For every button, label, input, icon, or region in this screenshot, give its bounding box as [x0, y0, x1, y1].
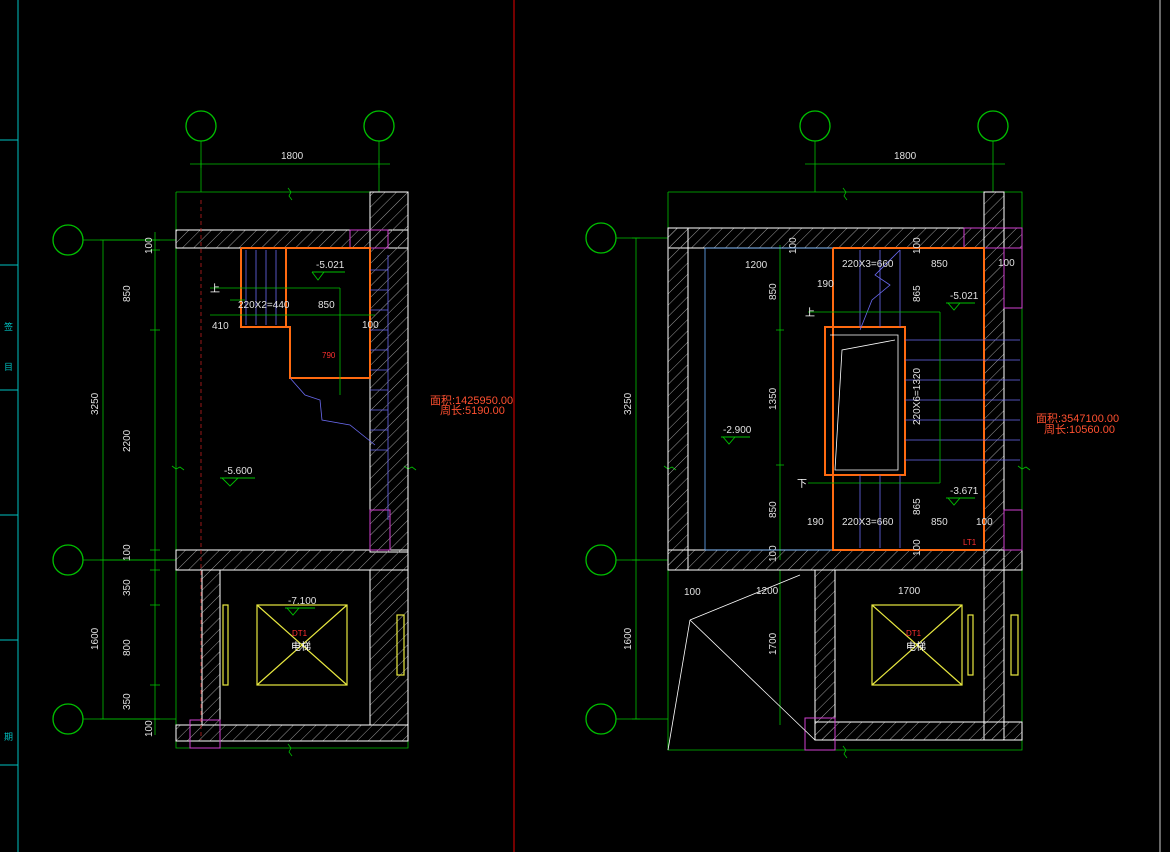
grid-bubble-top-right[interactable]: [363, 110, 395, 142]
lift-tag: DT1: [292, 629, 308, 638]
dim-r-850-b: 850: [768, 501, 779, 518]
dim-850-b: 850: [931, 517, 948, 528]
dim-100-r4: 100: [976, 517, 993, 528]
title-strip: 签 目 期: [0, 0, 19, 852]
dim-left-350-a: 350: [122, 579, 133, 596]
dim-top-1800-r: 1800: [894, 151, 917, 162]
title-strip-char-2: 目: [4, 362, 13, 373]
flight-mid: 220X6=1320: [912, 368, 923, 425]
dim-850-a: 850: [931, 259, 948, 270]
dim-right-total-upper: 3250: [623, 392, 634, 415]
dim-r-1350: 1350: [768, 387, 779, 410]
level-mid-r: -3.671: [950, 486, 979, 497]
dim-100-r1: 100: [998, 258, 1015, 269]
stair-tag: LT1: [963, 538, 977, 547]
dim-left-350-b: 350: [122, 693, 133, 710]
dim-left-100-c: 100: [144, 720, 155, 737]
dim-190-a: 190: [817, 279, 834, 290]
dim-100-r3: 100: [912, 539, 923, 556]
dim-100: 100: [362, 320, 379, 331]
flight-bottom: 220X3=660: [842, 517, 894, 528]
dim-865-a: 865: [912, 285, 923, 302]
dim-850: 850: [318, 300, 335, 311]
grid-bubble-left-2-r[interactable]: [585, 544, 617, 576]
left-plan[interactable]: 1800 3250 1600 100 850 2200 100 350 800 …: [52, 110, 513, 757]
right-plan[interactable]: 1800 3250 1600 100 850 1350 850 100 1700: [585, 110, 1119, 759]
level-floor-r: -2.900: [723, 425, 752, 436]
grid-bubble-top-left[interactable]: [185, 110, 217, 142]
stair-width-label: 220X2=440: [238, 300, 290, 311]
grid-bubble-top-right-r[interactable]: [977, 110, 1009, 142]
dim-top-1800: 1800: [281, 151, 304, 162]
dim-410: 410: [212, 321, 229, 332]
dim-left-850: 850: [122, 285, 133, 302]
dim-1200-top: 1200: [745, 260, 768, 271]
lift-label-r: 电梯: [906, 640, 926, 653]
dim-left-total-lower: 1600: [90, 627, 101, 650]
dim-190-b: 190: [807, 517, 824, 528]
small-note-790: 790: [322, 351, 336, 360]
dim-left-total-upper: 3250: [90, 392, 101, 415]
grid-bubble-left-2[interactable]: [52, 544, 84, 576]
title-strip-char-3: 期: [4, 732, 13, 743]
flight-top: 220X3=660: [842, 259, 894, 270]
dim-left-100-b: 100: [122, 544, 133, 561]
perimeter-text: 周长:5190.00: [440, 404, 505, 417]
dim-100-r5: 100: [684, 587, 701, 598]
dim-left-800: 800: [122, 639, 133, 656]
dim-right-total-lower: 1600: [623, 627, 634, 650]
dim-r-850-a: 850: [768, 283, 779, 300]
stair-up-mark: 上: [210, 283, 220, 295]
level-top-r: -5.021: [950, 291, 979, 302]
grid-bubble-left-3-r[interactable]: [585, 703, 617, 735]
perimeter-text-r: 周长:10560.00: [1044, 423, 1115, 436]
stair-up-mark-r: 上: [805, 307, 815, 319]
title-strip-char-1: 签: [4, 321, 13, 333]
dim-r-1700-v: 1700: [768, 632, 779, 655]
dim-1700: 1700: [898, 586, 921, 597]
level-floor: -5.600: [224, 466, 253, 477]
dim-865-b: 865: [912, 498, 923, 515]
grid-bubble-left-1-r[interactable]: [585, 222, 617, 254]
grid-bubble-top-left-r[interactable]: [799, 110, 831, 142]
stair-down-mark-r: 下: [797, 479, 807, 490]
grid-bubble-left-3[interactable]: [52, 703, 84, 735]
lift-label: 电梯: [291, 640, 311, 653]
dim-100-r2: 100: [912, 237, 923, 254]
dim-1200-bottom: 1200: [756, 586, 779, 597]
grid-bubble-left-1[interactable]: [52, 224, 84, 256]
lift-tag-r: DT1: [906, 629, 922, 638]
level-top: -5.021: [316, 260, 345, 271]
dim-left-2200: 2200: [122, 429, 133, 452]
dim-left-100-a: 100: [144, 237, 155, 254]
cad-drawing-canvas[interactable]: 签 目 期 1800 3250 1600 100 850 2200 100 35…: [0, 0, 1170, 852]
